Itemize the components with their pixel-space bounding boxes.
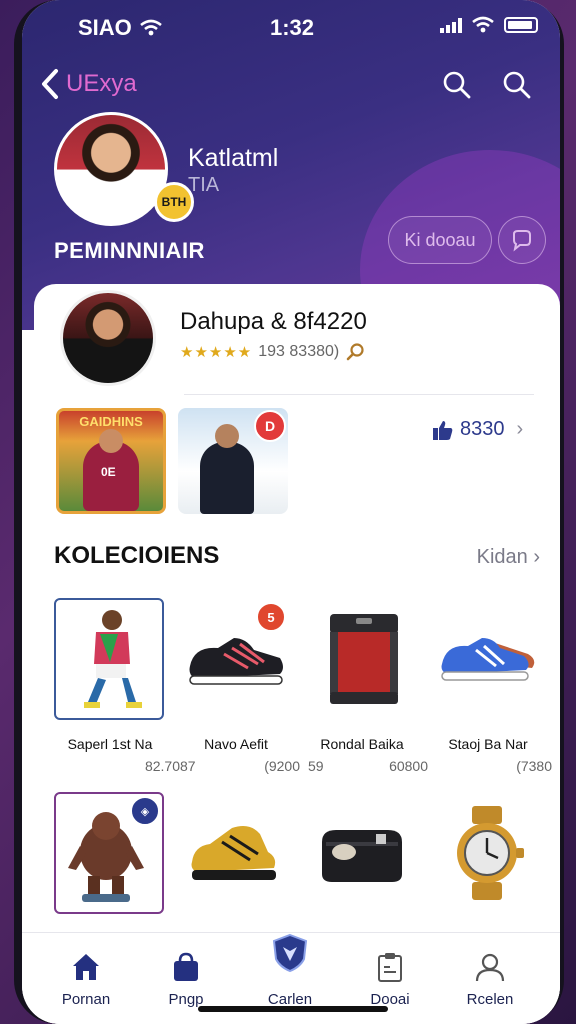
collection-item-1[interactable]	[54, 598, 164, 720]
item-meta: 82.70	[60, 758, 180, 774]
nav-title: UExya	[66, 70, 137, 97]
featured-badge: D	[254, 410, 286, 442]
tab-label: Rcelen	[466, 991, 514, 1008]
battery-icon	[504, 17, 538, 33]
rating-text: 193 83380)	[258, 343, 340, 360]
collection-item-8[interactable]	[432, 792, 542, 914]
player-figure-icon	[200, 424, 254, 514]
jersey-number: 0E	[101, 465, 116, 479]
home-icon	[73, 954, 99, 980]
item-price: (9200	[264, 758, 300, 774]
message-button[interactable]	[498, 216, 546, 264]
thumbs-up-icon	[433, 420, 453, 440]
see-all-link[interactable]: Kidan ›	[477, 546, 540, 569]
search-icon[interactable]	[502, 70, 532, 100]
case-icon	[322, 830, 402, 882]
item-name: Rondal Baika	[320, 736, 404, 752]
player-name: Dahupa & 8f4220	[180, 308, 367, 335]
item-meta: 87 (9200	[180, 758, 300, 774]
back-button[interactable]: UExya	[40, 68, 137, 100]
follow-button[interactable]: Ki dooau	[388, 216, 492, 264]
item-name: Staoj Ba Nar	[448, 736, 528, 752]
item-name: Navo Aefit	[204, 736, 268, 752]
sneaker-icon	[191, 826, 276, 880]
tab-center[interactable]: Carlen	[240, 933, 340, 1015]
tab-label: Pornan	[61, 991, 111, 1008]
status-bar: SIAO 1:32	[22, 0, 560, 52]
profile-avatar[interactable]	[54, 112, 168, 226]
shield-icon: ◈	[130, 796, 160, 826]
likes-button[interactable]: 8330 ›	[432, 418, 523, 441]
item-meta-left: 59	[308, 758, 324, 774]
search-icon[interactable]	[442, 70, 472, 100]
profile-subtitle: TIA	[188, 174, 220, 196]
player-figure-icon: 0E	[83, 429, 139, 511]
item-price: (7380	[516, 758, 552, 774]
likes-count: 8330	[460, 418, 505, 440]
featured-card-title: GAIDHINS	[79, 414, 143, 429]
section-title: KOLECIOIENS	[54, 542, 220, 569]
profile-header: SIAO 1:32 UExya BTH Katlatml TIA PEMINNN…	[22, 0, 560, 390]
wifi-icon	[472, 16, 494, 33]
user-icon	[475, 953, 505, 982]
wifi-icon	[139, 19, 162, 36]
chevron-right-icon: ›	[516, 418, 524, 440]
item-name: Saperl 1st Na	[67, 736, 153, 752]
home-indicator	[198, 1006, 388, 1012]
collection-item-7[interactable]	[306, 792, 416, 914]
item-meta: (7380	[432, 758, 552, 774]
collection-item-3[interactable]	[306, 598, 416, 720]
profile-name: Katlatml	[188, 144, 279, 172]
shield-icon	[272, 933, 308, 973]
follow-label: Ki dooau	[404, 229, 476, 250]
sneaker-icon	[189, 638, 283, 685]
content-card: Dahupa & 8f4220 ★★★★★ 193 83380) GAIDHIN…	[34, 284, 560, 1024]
search-icon[interactable]	[345, 342, 365, 362]
featured-card-2[interactable]: D	[178, 408, 288, 514]
carrier-label: SIAO	[78, 15, 132, 40]
app-screen: SIAO 1:32 UExya BTH Katlatml TIA PEMINNN…	[22, 0, 560, 1024]
item-price: 60800	[389, 758, 428, 774]
status-left: SIAO	[78, 15, 162, 41]
collection-item-2[interactable]: 5	[180, 598, 290, 720]
tab-profile[interactable]: Rcelen	[440, 945, 540, 1015]
divider	[184, 394, 534, 395]
rating-row: ★★★★★ 193 83380)	[180, 342, 365, 362]
top-nav: UExya	[22, 62, 560, 108]
chevron-left-icon	[42, 69, 58, 99]
item-price: 82.70	[144, 758, 180, 774]
featured-card-1[interactable]: GAIDHINS 0E	[56, 408, 166, 514]
item-meta-left: 87	[180, 758, 196, 774]
player-avatar[interactable]	[60, 290, 156, 386]
bag-icon	[174, 952, 198, 981]
star-rating: ★★★★★	[180, 344, 253, 361]
tier-label: PEMINNNIAIR	[54, 238, 205, 263]
player-figure-icon	[84, 610, 142, 708]
clipboard-icon	[378, 953, 402, 982]
tab-home[interactable]: Pornan	[36, 945, 136, 1015]
tab-docs[interactable]: Dooai	[340, 945, 440, 1015]
collection-item-6[interactable]	[180, 792, 290, 914]
signal-icon	[440, 17, 462, 33]
collection-item-4[interactable]	[432, 598, 542, 720]
item-meta: 59 60800	[308, 758, 428, 774]
chat-icon	[513, 230, 531, 252]
collection-item-5[interactable]: ◈	[54, 792, 164, 914]
case-icon	[330, 614, 398, 704]
watch-icon	[457, 806, 524, 900]
sneaker-icon	[441, 638, 535, 681]
tab-shop[interactable]: Pngp	[136, 945, 236, 1015]
item-badge: 5	[256, 602, 286, 632]
clock: 1:32	[270, 15, 315, 40]
status-right	[440, 16, 538, 34]
